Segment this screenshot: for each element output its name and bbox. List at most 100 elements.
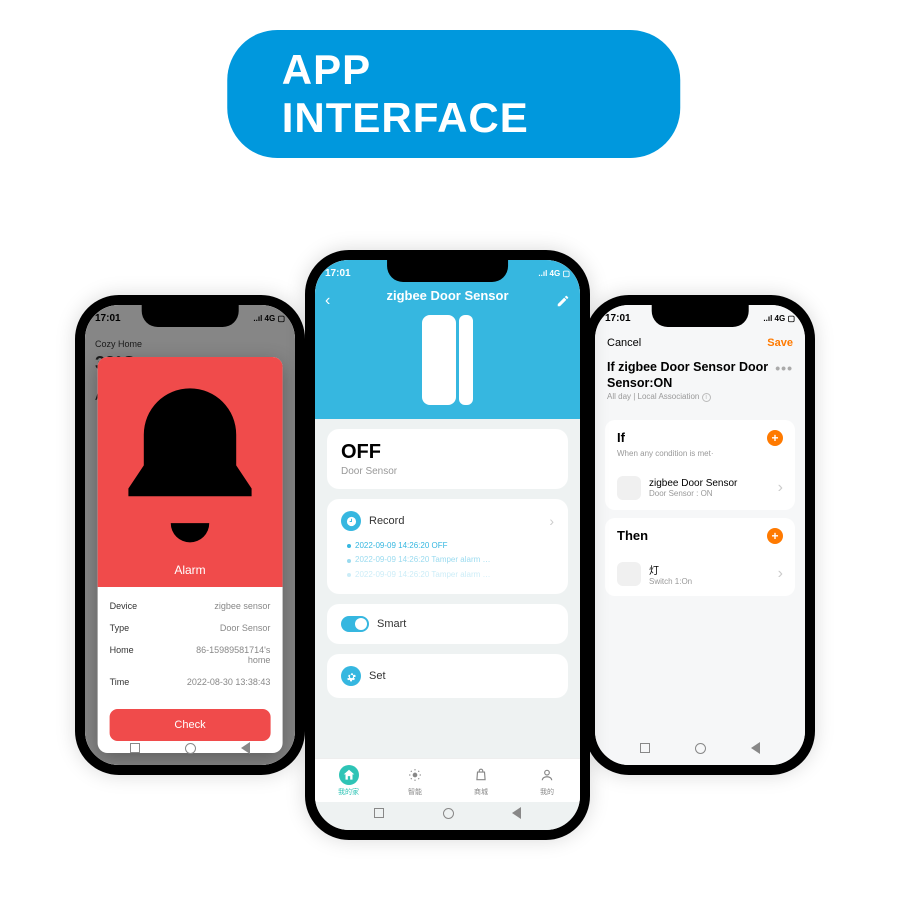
phone-alarm: 17:01 ..ıl 4G ▢ Cozy Home 33°C All 手指机器人…: [75, 295, 305, 775]
status-network: ..ıl 4G ▢: [538, 269, 570, 278]
check-button[interactable]: Check: [110, 709, 271, 741]
more-button[interactable]: •••: [769, 359, 793, 377]
status-network: ..ıl 4G ▢: [763, 314, 795, 323]
nav-recent-icon[interactable]: [130, 743, 140, 753]
alarm-row-type: Type Door Sensor: [110, 617, 271, 639]
condition-sub: Door Sensor : ON: [649, 489, 737, 498]
tab-me[interactable]: 我的: [537, 765, 557, 797]
value: Door Sensor: [220, 623, 271, 633]
if-card: If + When any condition is met· zigbee D…: [605, 420, 795, 510]
status-time: 17:01: [605, 313, 631, 324]
notch: [142, 305, 239, 327]
condition-item[interactable]: zigbee Door Sensor Door Sensor : ON ›: [617, 468, 783, 500]
rule-title: If zigbee Door Sensor Door Sensor:ON: [607, 359, 769, 392]
smart-card[interactable]: Smart: [327, 604, 568, 644]
tabbar: 我的家 智能 商城 我的: [315, 758, 580, 802]
value: 86-15989581714's home: [174, 645, 270, 665]
add-action-button[interactable]: +: [767, 528, 783, 544]
phone-mockups: 17:01 ..ıl 4G ▢ Cozy Home 33°C All 手指机器人…: [0, 250, 907, 900]
alarm-body: Device zigbee sensor Type Door Sensor Ho…: [98, 587, 283, 703]
alarm-card: Alarm Device zigbee sensor Type Door Sen…: [98, 357, 283, 753]
tab-home[interactable]: 我的家: [338, 765, 359, 797]
alarm-row-home: Home 86-15989581714's home: [110, 639, 271, 671]
sensor-header: 17:01 ..ıl 4G ▢ ‹ zigbee Door Sensor: [315, 260, 580, 419]
edit-button[interactable]: [556, 294, 570, 313]
record-item: 2022-09-09 14:26:20 OFF: [347, 539, 554, 553]
record-card[interactable]: Record › 2022-09-09 14:26:20 OFF 2022-09…: [327, 499, 568, 594]
header-title: zigbee Door Sensor: [315, 288, 580, 303]
if-sub: When any condition is met·: [617, 449, 783, 458]
nav-back-icon[interactable]: [512, 807, 521, 819]
status-value: OFF: [341, 441, 554, 464]
screen-sensor: 17:01 ..ıl 4G ▢ ‹ zigbee Door Sensor OFF…: [315, 260, 580, 830]
if-label: If: [617, 430, 625, 445]
record-item: 2022-09-09 14:26:20 Tamper alarm …: [347, 568, 554, 582]
chevron-right-icon: ›: [778, 479, 783, 497]
home-icon: [339, 765, 359, 785]
notch: [387, 260, 509, 282]
gear-icon: [341, 666, 361, 686]
set-label: Set: [369, 670, 386, 682]
screen-alarm: 17:01 ..ıl 4G ▢ Cozy Home 33°C All 手指机器人…: [85, 305, 295, 765]
tab-label: 商城: [474, 787, 488, 797]
sensor-magnet: [459, 315, 473, 405]
android-nav: [595, 737, 805, 759]
notch: [652, 305, 749, 327]
tab-mall[interactable]: 商城: [471, 765, 491, 797]
nav-home-icon[interactable]: [695, 743, 706, 754]
value: 2022-08-30 13:38:43: [187, 677, 271, 687]
save-button[interactable]: Save: [767, 337, 793, 349]
tab-label: 我的家: [338, 787, 359, 797]
nav-recent-icon[interactable]: [640, 743, 650, 753]
status-card[interactable]: OFF Door Sensor: [327, 429, 568, 489]
sensor-image: [417, 315, 479, 405]
nav-back-icon[interactable]: [751, 742, 760, 754]
light-icon: [617, 562, 641, 586]
page-title-pill: APP INTERFACE: [227, 30, 681, 158]
check-label: Check: [174, 719, 205, 731]
clock-icon: [341, 511, 361, 531]
status-sub: Door Sensor: [341, 466, 554, 477]
set-card[interactable]: Set: [327, 654, 568, 698]
status-time: 17:01: [325, 268, 351, 279]
smart-label: Smart: [377, 618, 406, 630]
nav-home-icon[interactable]: [185, 743, 196, 754]
alarm-header: Alarm: [98, 357, 283, 587]
alarm-title: Alarm: [98, 563, 283, 577]
add-condition-button[interactable]: +: [767, 430, 783, 446]
action-sub: Switch 1:On: [649, 577, 692, 586]
tab-smart[interactable]: 智能: [405, 765, 425, 797]
nav-back-icon[interactable]: [241, 742, 250, 754]
phone-sensor: 17:01 ..ıl 4G ▢ ‹ zigbee Door Sensor OFF…: [305, 250, 590, 840]
toggle-icon[interactable]: [341, 616, 369, 632]
rule-sub: All day | Local Association i: [595, 392, 805, 412]
if-header: If +: [617, 430, 783, 446]
user-icon: [537, 765, 557, 785]
nav-home-icon[interactable]: [443, 808, 454, 819]
bell-icon: [98, 373, 283, 563]
topbar: Cancel Save: [595, 331, 805, 355]
nav-recent-icon[interactable]: [374, 808, 384, 818]
label: Time: [110, 677, 130, 687]
info-icon[interactable]: i: [702, 393, 711, 402]
then-label: Then: [617, 528, 648, 543]
back-button[interactable]: ‹: [325, 292, 330, 310]
label: Home: [110, 645, 134, 655]
cancel-button[interactable]: Cancel: [607, 337, 641, 349]
record-label: Record: [369, 515, 404, 527]
screen-automation: 17:01 ..ıl 4G ▢ Cancel Save If zigbee Do…: [595, 305, 805, 765]
label: Device: [110, 601, 138, 611]
chevron-right-icon: ›: [549, 513, 554, 529]
tab-label: 智能: [408, 787, 422, 797]
tab-label: 我的: [540, 787, 554, 797]
sensor-cards: OFF Door Sensor Record › 2022-09-09 14:2…: [315, 419, 580, 708]
then-header: Then +: [617, 528, 783, 544]
action-name: 灯: [649, 562, 692, 577]
android-nav: [315, 802, 580, 824]
chevron-right-icon: ›: [778, 565, 783, 583]
value: zigbee sensor: [214, 601, 270, 611]
sensor-icon: [617, 476, 641, 500]
bag-icon: [471, 765, 491, 785]
then-card: Then + 灯 Switch 1:On ›: [605, 518, 795, 596]
action-item[interactable]: 灯 Switch 1:On ›: [617, 554, 783, 586]
